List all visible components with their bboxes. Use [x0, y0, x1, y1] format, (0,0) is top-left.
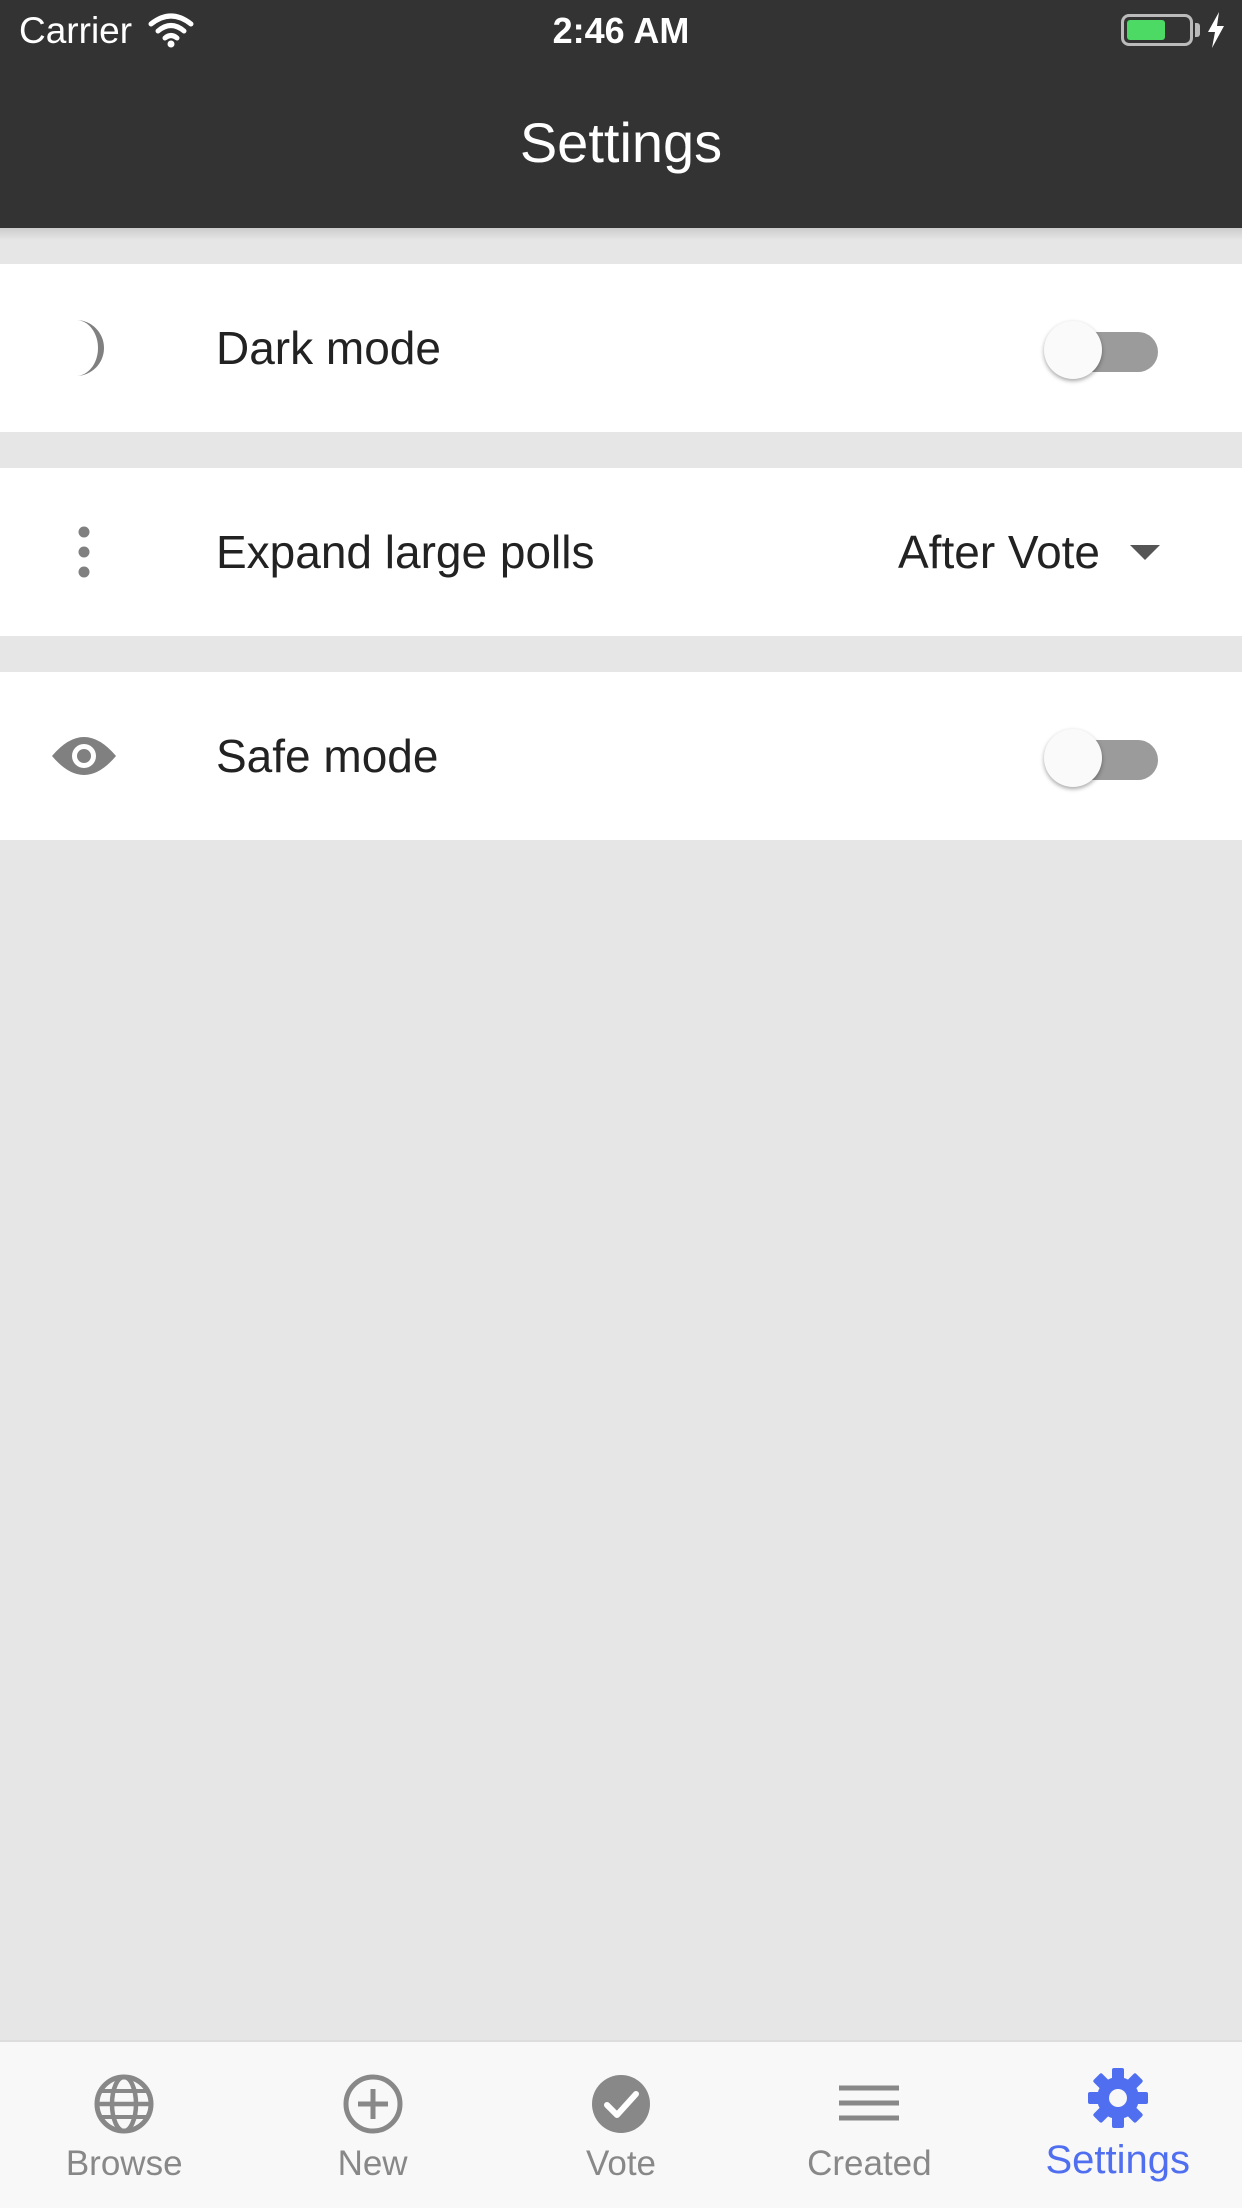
- tab-browse[interactable]: Browse: [0, 2042, 248, 2208]
- more-vertical-icon: [44, 518, 124, 586]
- tab-vote[interactable]: Vote: [497, 2042, 745, 2208]
- bottom-tab-bar: Browse New Vote Created Settings: [0, 2040, 1242, 2208]
- safe-mode-label: Safe mode: [216, 730, 439, 782]
- add-circle-icon: [343, 2074, 403, 2134]
- tab-settings[interactable]: Settings: [994, 2042, 1242, 2208]
- tab-new-label: New: [337, 2144, 408, 2183]
- battery-icon: [1121, 14, 1193, 46]
- globe-icon: [94, 2074, 154, 2134]
- gear-icon: [1087, 2068, 1148, 2128]
- app-header: Carrier 2:46 AM Settings: [0, 0, 1242, 228]
- status-time: 2:46 AM: [552, 10, 690, 51]
- tab-vote-label: Vote: [585, 2144, 657, 2183]
- battery-tip: [1195, 23, 1200, 37]
- status-bar: Carrier 2:46 AM: [0, 0, 1242, 62]
- setting-row-dark-mode[interactable]: Dark mode: [0, 264, 1242, 432]
- caret-down-icon: [1130, 544, 1161, 560]
- tab-browse-label: Browse: [65, 2144, 183, 2183]
- setting-row-safe-mode[interactable]: Safe mode: [0, 672, 1242, 840]
- page-title: Settings: [519, 111, 723, 174]
- dark-mode-label: Dark mode: [216, 322, 441, 374]
- tab-created-label: Created: [807, 2144, 932, 2183]
- tab-new[interactable]: New: [248, 2042, 496, 2208]
- safe-mode-toggle[interactable]: [1042, 726, 1158, 787]
- expand-large-polls-label: Expand large polls: [216, 526, 595, 578]
- header-shadow: [0, 228, 1242, 240]
- charging-bolt-icon: [1208, 12, 1224, 48]
- dark-mode-toggle[interactable]: [1042, 318, 1158, 379]
- check-circle-icon: [591, 2075, 650, 2133]
- moon-icon: [44, 314, 124, 382]
- dropdown-selected-value: After Vote: [898, 526, 1101, 578]
- tab-created[interactable]: Created: [745, 2042, 993, 2208]
- setting-row-expand-large-polls[interactable]: Expand large polls After Vote: [0, 468, 1242, 636]
- tab-settings-label: Settings: [1045, 2138, 1191, 2182]
- expand-large-polls-dropdown[interactable]: After Vote: [898, 468, 1161, 636]
- eye-icon: [44, 722, 124, 790]
- list-icon: [839, 2085, 900, 2121]
